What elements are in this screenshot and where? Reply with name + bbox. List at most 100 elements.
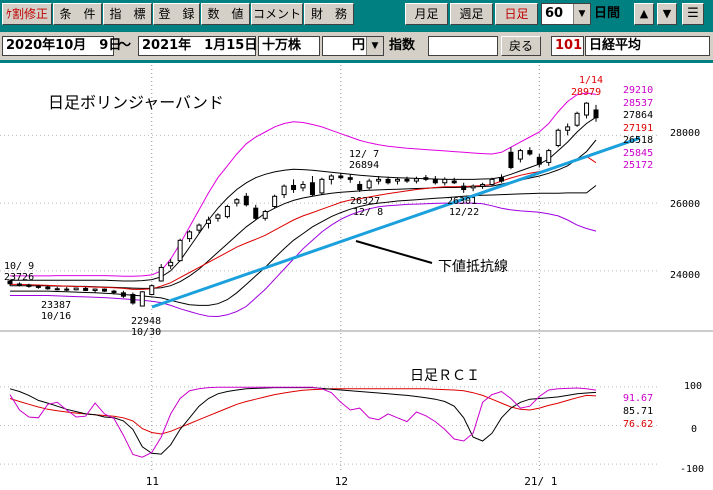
candle-body [168,261,174,267]
candle-body [357,183,363,191]
back-button[interactable]: 戻る [501,36,541,56]
rci-chart-title: 日足ＲＣＩ [410,368,480,384]
rci-tick-0: 0 [691,424,697,435]
monthly-button[interactable]: 月足 [405,3,448,25]
candle-body [328,175,334,180]
candle-body [234,199,240,204]
lower2b-value-label: 25172 [623,160,653,171]
candle-body [102,288,108,292]
x-tick-label: 11 [146,475,159,488]
candle-body [574,112,580,126]
main-chart-title: 日足ボリンジャーバンド [48,93,224,112]
oct30-value-label: 22948 [131,316,161,327]
candle-body [64,288,70,291]
candle-body [253,207,259,219]
oct16-date-label: 10/16 [41,311,71,322]
chevron-down-icon[interactable]: ▼ [573,4,590,24]
candle-body [517,150,523,160]
candle-body [584,102,590,116]
finance-button[interactable]: 財 務 [304,3,354,25]
dec8-date-label: 12/ 8 [353,207,383,218]
ema-value-label: 27191 [623,123,653,134]
rci-mid-value-label: 85.71 [623,406,653,417]
code-field[interactable]: 101 [551,36,584,56]
end-date-field[interactable]: 2021年 1月15日 [138,36,257,56]
candle-body [413,178,419,182]
dec8-value-label: 26327 [350,196,380,207]
candle-body [442,178,448,184]
candle-body [508,151,514,169]
candle-body [347,177,353,180]
candle-body [243,195,249,206]
lower1-value-label: 26518 [623,135,653,146]
candle-body [385,178,391,184]
candle-body [139,291,145,307]
candle-body [319,178,325,194]
candle-body [205,219,211,224]
candle-body [291,184,297,191]
unit-field: 十万株 [258,36,320,56]
index-label: 指数 [389,38,416,53]
candle-body [546,150,552,163]
scroll-up-button[interactable]: ▲ [634,3,654,25]
candle-body [376,178,382,182]
stock-split-button[interactable]: ｹ割修正 [2,3,52,25]
indicator-button[interactable]: 指 標 [103,3,152,25]
candle-body [480,183,486,187]
candle-body [404,178,410,182]
currency-select[interactable]: 円 ▼ [322,36,384,56]
start-date-field[interactable]: 2020年10月 9日 [2,36,121,56]
candle-body [120,292,126,297]
register-button[interactable]: 登 録 [153,3,200,25]
period-value: 60 [545,6,564,21]
candle-body [338,175,344,179]
dec7-value-label: 26894 [349,160,379,171]
candle-body [149,285,155,296]
candle-body [536,156,542,165]
comment-button[interactable]: コメント [251,3,303,25]
dec22-date-label: 12/22 [449,207,479,218]
candle-body [26,284,32,287]
candle-body [461,185,467,191]
period-unit-label: 日間 [594,6,621,21]
menu-button[interactable]: ☰ [682,3,704,25]
candle-body [45,286,51,290]
start-value-label: 23726 [4,272,34,283]
candle-body [432,178,438,184]
candle-body [92,288,98,291]
conditions-button[interactable]: 条 件 [53,3,102,25]
index-field[interactable] [428,36,498,56]
oct30-date-label: 10/30 [131,327,161,338]
candle-body [130,294,136,304]
candle-body [366,180,372,189]
upper2-value-label: 29210 [623,85,653,96]
chart-canvas: 11 12 21/ 1 日足ボリンジャーバンド 日足ＲＣＩ 下値抵抗線 1/14 2… [0,63,713,490]
scroll-down-button[interactable]: ▼ [657,3,677,25]
period-select[interactable]: 60 ▼ [541,3,591,25]
numeric-button[interactable]: 数 値 [201,3,250,25]
candle-body [272,195,278,207]
candle-body [565,126,571,131]
candle-body [281,185,287,196]
candle-body [309,182,315,196]
y-tick-26000: 26000 [670,199,700,210]
currency-value: 円 [352,38,366,53]
candle-body [555,129,561,147]
weekly-button[interactable]: 週足 [450,3,493,25]
candle-body [35,285,41,288]
chevron-down-icon[interactable]: ▼ [366,37,383,55]
lower2a-value-label: 25845 [623,148,653,159]
candle-body [423,177,429,180]
x-tick-label: 12 [335,475,348,488]
dec7-date-label: 12/ 7 [349,149,379,160]
upper1-value-label: 28537 [623,98,653,109]
candle-body [498,177,504,182]
candle-body [451,180,457,184]
range-tilde: ～ [118,38,132,53]
oct16-value-label: 23387 [41,300,71,311]
candle-body [73,287,79,291]
daily-button[interactable]: 日足 [495,3,538,25]
name-field: 日経平均 [585,36,710,56]
candle-body [395,178,401,182]
candle-body [54,288,60,291]
